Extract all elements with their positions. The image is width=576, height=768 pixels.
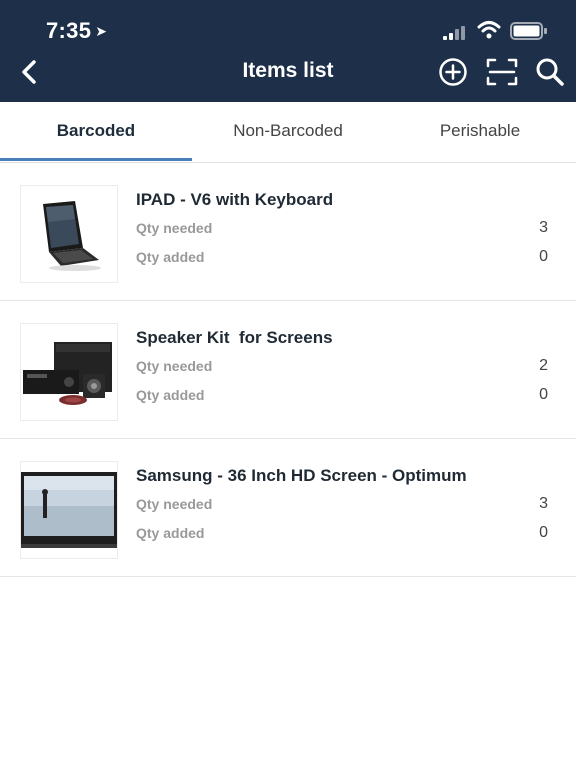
qty-added-label: Qty added: [136, 525, 205, 541]
tab-perishable[interactable]: Perishable: [384, 102, 576, 162]
tv-screen-thumbnail: [20, 461, 118, 559]
active-tab-indicator: [0, 158, 192, 161]
search-button[interactable]: [534, 56, 566, 88]
cellular-signal-icon: [443, 26, 465, 40]
tab-barcoded[interactable]: Barcoded: [0, 102, 192, 162]
qty-needed-label: Qty needed: [136, 358, 213, 374]
back-chevron-icon: [22, 60, 36, 84]
scan-barcode-button[interactable]: [486, 56, 518, 88]
battery-icon: [510, 22, 547, 40]
item-name: Speaker Kit for Screens: [136, 328, 333, 347]
qty-added-label: Qty added: [136, 387, 205, 403]
status-time: 7:35 ➤: [46, 18, 107, 44]
qty-added-value: 0: [539, 386, 548, 403]
qty-needed-label: Qty needed: [136, 220, 213, 236]
qty-needed-label: Qty needed: [136, 496, 213, 512]
list-item[interactable]: Samsung - 36 Inch HD Screen - Optimum Qt…: [0, 439, 576, 577]
list-item[interactable]: IPAD - V6 with Keyboard Qty needed 3 Qty…: [0, 163, 576, 301]
status-time-text: 7:35: [46, 18, 92, 43]
qty-needed-value: 3: [539, 219, 548, 236]
speaker-kit-thumbnail: [20, 323, 118, 421]
wifi-icon: [477, 21, 501, 39]
tab-bar: Barcoded Non-Barcoded Perishable: [0, 102, 576, 163]
item-name: Samsung - 36 Inch HD Screen - Optimum: [136, 466, 467, 485]
barcode-scan-icon: [486, 58, 518, 86]
qty-needed-value: 3: [539, 495, 548, 512]
location-arrow-icon: ➤: [95, 23, 108, 39]
search-icon: [536, 58, 564, 86]
back-button[interactable]: [14, 56, 44, 88]
app-header: 7:35 ➤ Items list: [0, 0, 576, 102]
qty-needed-value: 2: [539, 357, 548, 374]
add-button[interactable]: [437, 56, 469, 88]
ipad-thumbnail: [20, 185, 118, 283]
qty-added-label: Qty added: [136, 249, 205, 265]
qty-added-value: 0: [539, 524, 548, 541]
list-item[interactable]: Speaker Kit for Screens Qty needed 2 Qty…: [0, 301, 576, 439]
item-name: IPAD - V6 with Keyboard: [136, 190, 334, 209]
add-circle-icon: [439, 58, 467, 86]
tab-non-barcoded[interactable]: Non-Barcoded: [192, 102, 384, 162]
qty-added-value: 0: [539, 248, 548, 265]
